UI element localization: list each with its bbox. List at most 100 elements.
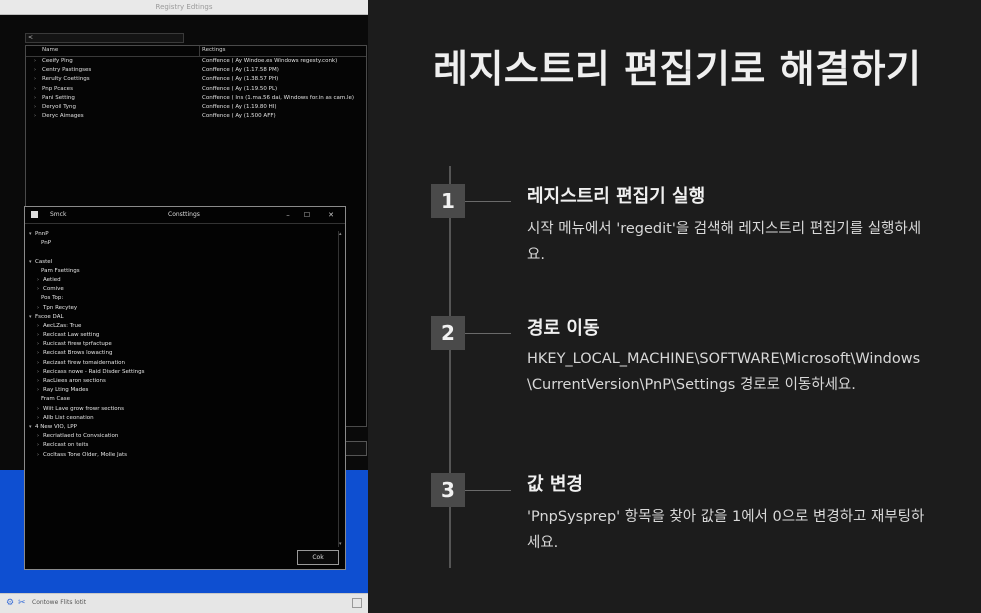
scroll-down-icon[interactable]: ▾ — [339, 541, 342, 547]
tree-item[interactable]: › Recizast firew tomaidernation — [29, 360, 337, 369]
taskbar-tray-icon[interactable] — [352, 598, 362, 608]
tree-item-label: Wiit Lave grow frowr sections — [43, 405, 124, 412]
tree-item-label: Pam Fsettings — [41, 267, 80, 274]
tree-item[interactable]: › Recicass nowe - Raid Disder Settings — [29, 369, 337, 378]
tree-item[interactable]: › Ray Lting Mades — [29, 387, 337, 396]
step-3-connector — [465, 490, 511, 491]
tree-item[interactable]: › Recicast Brows lowacting — [29, 350, 337, 359]
step-1-title: 레지스트리 편집기 실행 — [527, 186, 706, 207]
tree-item-label: Tpn Recytey — [43, 304, 78, 311]
tree-item[interactable]: Fram Case — [29, 396, 337, 405]
table-row[interactable]: › Pnp Pcaces Conffence ( Ay (1.19.50 PL) — [26, 86, 366, 95]
expand-arrow-icon[interactable]: › — [37, 406, 39, 412]
tree-item[interactable]: › Wiit Lave grow frowr sections — [29, 406, 337, 415]
expand-arrow-icon[interactable]: › — [37, 433, 39, 439]
tree-item[interactable]: ▾ 4 New VIO, LPP — [29, 424, 337, 433]
row-value: Conffence ( Ay Windoe.es Windows regesty… — [202, 58, 338, 64]
expand-arrow-icon[interactable]: › — [37, 323, 39, 329]
column-header-name[interactable]: Name — [42, 47, 58, 53]
taskbar-label[interactable]: Contowe Flits lotit — [32, 599, 86, 606]
ok-button[interactable]: Cok — [297, 550, 339, 565]
row-name: Pnp Pcaces — [42, 85, 73, 92]
tree-item[interactable]: › RacLiees aron sections — [29, 378, 337, 387]
expand-arrow-icon[interactable]: › — [37, 442, 39, 448]
collapse-arrow-icon[interactable]: ▾ — [29, 259, 32, 265]
row-name: Ceeify Ping — [42, 58, 73, 64]
tree-item[interactable]: ▾ Fscoe DAL — [29, 314, 337, 323]
expand-arrow-icon[interactable]: › — [37, 452, 39, 458]
step-2-description: HKEY_LOCAL_MACHINE\SOFTWARE\Microsoft\Wi… — [527, 351, 921, 393]
collapse-arrow-icon[interactable]: ▾ — [29, 314, 32, 320]
table-row[interactable]: › Pani Setting Conffence ( Ins (1.ma.56 da… — [26, 95, 366, 104]
tree-item[interactable]: Pam Fsettings — [29, 268, 337, 277]
tree-item[interactable]: › Tpn Recytey — [29, 305, 337, 314]
tree-item[interactable]: › Cocltass Tone Older, Molle Jats — [29, 452, 337, 461]
expand-arrow-icon[interactable]: › — [37, 387, 39, 393]
table-row[interactable]: › Deryc Aimages Conffence ( Ay (1.500 AFF) — [26, 113, 366, 122]
column-divider[interactable] — [199, 46, 200, 56]
row-value: Conffence ( Ay (1.17.58 PM) — [202, 67, 279, 74]
tree-item[interactable]: › Reclcast on teits — [29, 442, 337, 451]
tools-icon[interactable]: ✂ — [18, 598, 26, 608]
step-3-badge: 3 — [431, 473, 465, 507]
tree-item[interactable]: PnP — [29, 240, 337, 249]
tree-item-label: Castel — [35, 258, 53, 265]
row-name: Rerulty Coettings — [42, 76, 90, 83]
expand-arrow-icon[interactable]: › — [37, 305, 39, 311]
expand-arrow-icon[interactable]: › — [37, 415, 39, 421]
collapse-arrow-icon[interactable]: ▾ — [29, 231, 32, 237]
expand-arrow-icon[interactable]: › — [37, 350, 39, 356]
expand-arrow-icon[interactable]: › — [34, 86, 36, 92]
table-row[interactable]: › Rerulty Coettings Conffence ( Ay (1.38.5… — [26, 76, 366, 85]
table-row[interactable]: › Ceeify Ping Conffence ( Ay Windoe.es Win… — [26, 58, 366, 67]
tree-item[interactable]: Pos Top: — [29, 295, 337, 304]
dialog-scrollbar[interactable]: ▴ ▾ — [338, 231, 344, 547]
expand-arrow-icon[interactable]: › — [37, 360, 39, 366]
tree-item-label: Recriatlaed to Convsication — [43, 433, 119, 440]
expand-arrow-icon[interactable]: › — [34, 104, 36, 110]
tree-item[interactable]: › Allb List ceonation — [29, 415, 337, 424]
tree-item[interactable]: › Reclcast Law setting — [29, 332, 337, 341]
side-input[interactable] — [345, 441, 367, 456]
page-title: 레지스트리 편집기로 해결하기 — [433, 47, 922, 91]
table-row[interactable]: › Deryoil Tyng Conffence ( Ay (1.19.80 HI) — [26, 104, 366, 113]
tree-item[interactable]: ▾ Castel — [29, 259, 337, 268]
start-icon[interactable]: ⚙ — [6, 598, 14, 608]
step-1-description: 시작 메뉴에서 'regedit'을 검색해 레지스트리 편집기를 실행하세요. — [527, 221, 922, 263]
step-2-title: 경로 이동 — [527, 318, 600, 339]
expand-arrow-icon[interactable]: › — [34, 76, 36, 82]
expand-arrow-icon[interactable]: › — [34, 67, 36, 73]
tree-item[interactable]: ▾ PnnP — [29, 231, 337, 240]
address-bar[interactable]: < — [25, 33, 184, 43]
screenshot-panel: Registry Edtings < Name Rectings › Ceeify… — [0, 0, 368, 613]
tree-item[interactable]: › Recriatlaed to Convsication — [29, 433, 337, 442]
close-icon[interactable]: ✕ — [324, 209, 338, 221]
tree-item[interactable]: › Rucicast firew tprfactupe — [29, 341, 337, 350]
table-row[interactable]: › Centry Pastingses Conffence ( Ay (1.17.5… — [26, 67, 366, 76]
tree-item[interactable]: › Aetied — [29, 277, 337, 286]
tree-item[interactable]: › Comive — [29, 286, 337, 295]
row-name: Pani Setting — [42, 94, 75, 101]
column-header-value[interactable]: Rectings — [202, 47, 226, 53]
settings-tree: ▾ PnnP PnP ▾ Castel Pam Fsettings › Aetied › Comi… — [29, 231, 337, 461]
expand-arrow-icon[interactable]: › — [37, 369, 39, 375]
expand-arrow-icon[interactable]: › — [37, 341, 39, 347]
expand-arrow-icon[interactable]: › — [34, 113, 36, 119]
dialog-title: Consttings — [168, 211, 200, 218]
maximize-icon[interactable]: ☐ — [300, 209, 314, 221]
tree-item-label: RacLiees aron sections — [43, 378, 106, 384]
tree-item[interactable] — [29, 249, 337, 258]
minimize-icon[interactable]: – — [281, 209, 295, 221]
tree-item-label: Ray Lting Mades — [43, 387, 89, 394]
expand-arrow-icon[interactable]: › — [37, 332, 39, 338]
collapse-arrow-icon[interactable]: ▾ — [29, 424, 32, 430]
row-value: Conffence ( Ins (1.ma.56 dai, Windows fo… — [202, 94, 355, 101]
expand-arrow-icon[interactable]: › — [34, 58, 36, 64]
expand-arrow-icon[interactable]: › — [37, 378, 39, 384]
expand-arrow-icon[interactable]: › — [34, 95, 36, 101]
scroll-up-icon[interactable]: ▴ — [339, 231, 342, 237]
tree-item-label: Comive — [43, 286, 64, 293]
expand-arrow-icon[interactable]: › — [37, 277, 39, 283]
tree-item[interactable]: › AecLZas: True — [29, 323, 337, 332]
expand-arrow-icon[interactable]: › — [37, 286, 39, 292]
